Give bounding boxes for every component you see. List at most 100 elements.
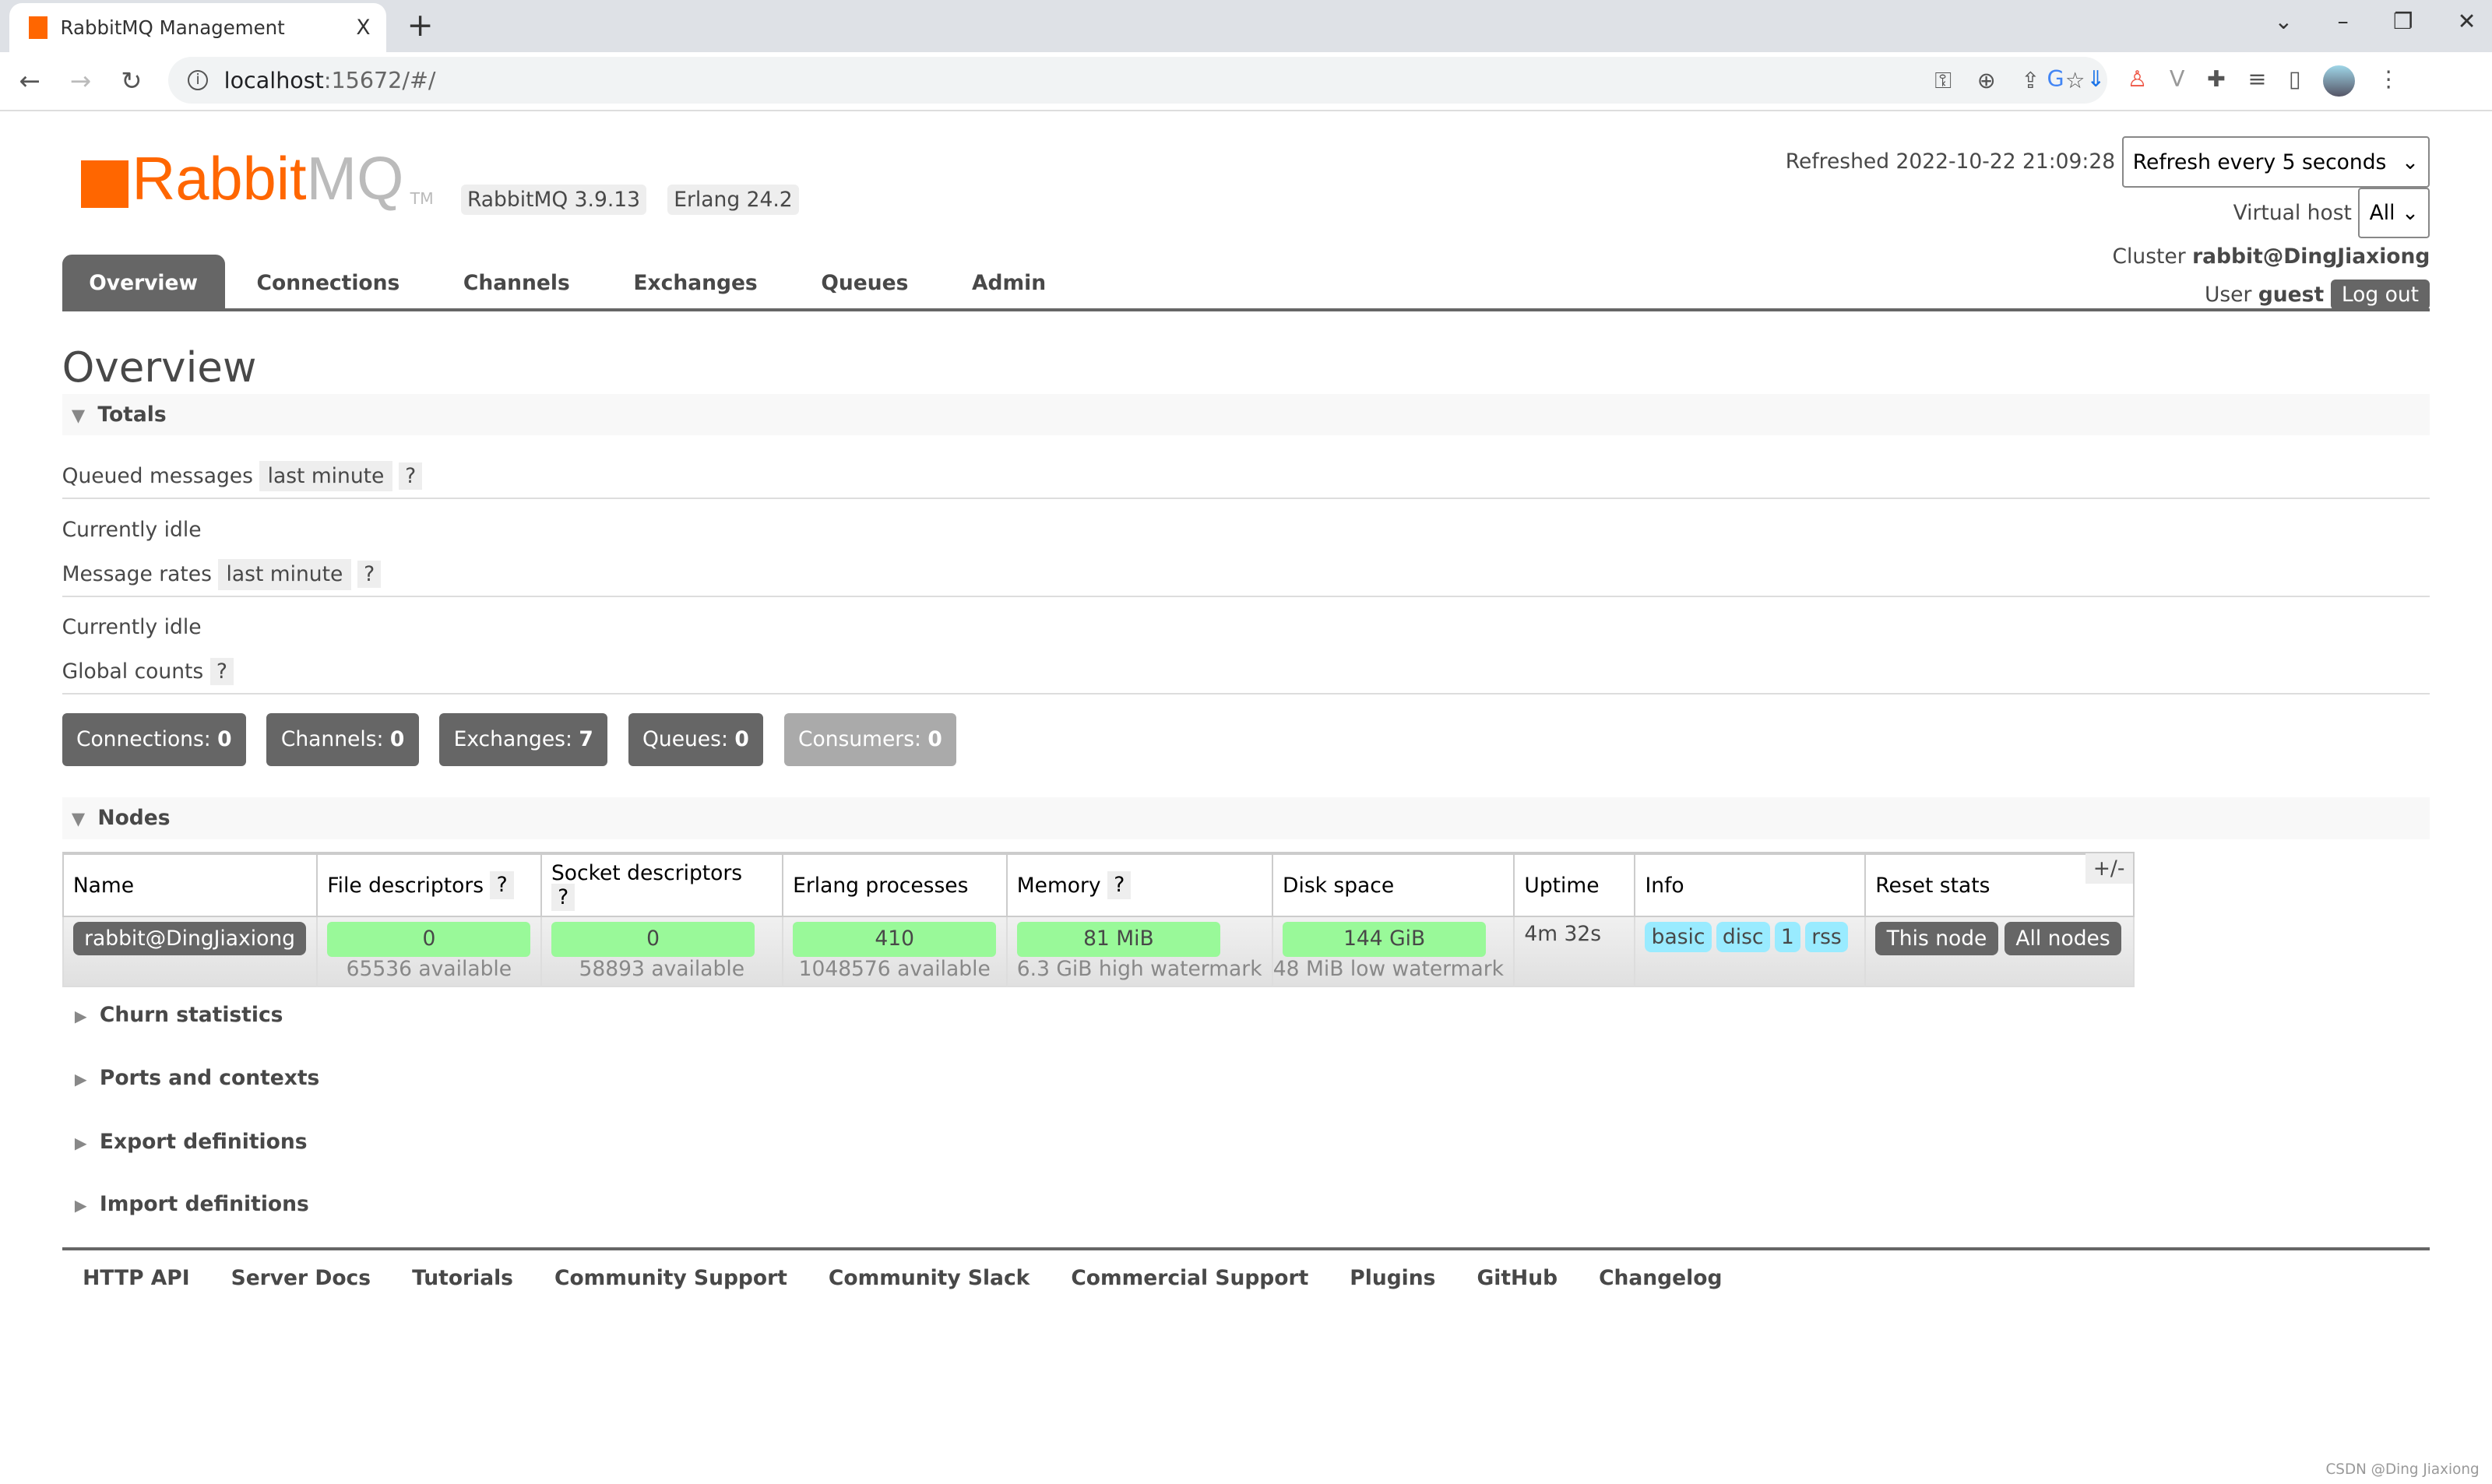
browser-toolbar: ← → ↻ i localhost:15672/#/ ⚿ ⊕ ⇪ ☆ G ⇓ ♙… [0, 52, 2492, 111]
tab-exchanges[interactable]: Exchanges [602, 255, 790, 308]
footer-link-community-slack[interactable]: Community Slack [829, 1266, 1030, 1290]
footer-link-changelog[interactable]: Changelog [1599, 1266, 1722, 1290]
memory-bar: 81 MiB [1016, 922, 1220, 958]
reload-icon[interactable]: ↻ [121, 66, 153, 96]
global-counts-label: Global counts [62, 659, 204, 684]
restore-icon[interactable]: ❐ [2393, 8, 2413, 34]
vhost-select[interactable]: All ⌄ [2358, 187, 2430, 238]
tab-admin[interactable]: Admin [940, 255, 1078, 308]
footer: HTTP API Server Docs Tutorials Community… [62, 1247, 2430, 1290]
forward-icon[interactable]: → [70, 66, 102, 96]
tab-overview[interactable]: Overview [62, 254, 225, 308]
new-tab-button[interactable]: + [407, 6, 433, 44]
count-label: Consumers: [798, 727, 921, 752]
triangle-right-icon: ▶ [74, 1006, 87, 1025]
reset-this-node-button[interactable]: This node [1875, 922, 1998, 956]
watermark: CSDN @Ding Jiaxiong [2325, 1461, 2480, 1478]
col-socket-descriptors: Socket descriptors ? [540, 851, 783, 918]
help-button[interactable]: ? [399, 462, 423, 490]
footer-link-http-api[interactable]: HTTP API [83, 1266, 189, 1290]
download-extension-icon[interactable]: ⇓ [2086, 65, 2105, 97]
footer-link-plugins[interactable]: Plugins [1350, 1266, 1435, 1290]
media-icon[interactable]: ≡ [2248, 65, 2267, 97]
footer-link-server-docs[interactable]: Server Docs [231, 1266, 371, 1290]
ports-contexts-toggle[interactable]: ▶ Ports and contexts [62, 1066, 319, 1090]
exchanges-count-button[interactable]: Exchanges: 7 [439, 713, 608, 766]
footer-link-github[interactable]: GitHub [1477, 1266, 1558, 1290]
message-rates-label: Message rates [62, 562, 212, 587]
minimize-icon[interactable]: – [2337, 8, 2348, 34]
zoom-icon[interactable]: ⊕ [1977, 67, 1996, 94]
extensions-puzzle-icon[interactable]: ✚ [2207, 65, 2226, 97]
url-host: localhost [224, 67, 324, 94]
translate-extension-icon[interactable]: G [2047, 65, 2064, 97]
menu-icon[interactable]: ⋮ [2378, 65, 2400, 97]
disk-space-bar: 144 GiB [1283, 922, 1487, 958]
table-row: rabbit@DingJiaxiong 0 65536 available 0 58… [62, 916, 2135, 988]
footer-link-community-support[interactable]: Community Support [554, 1266, 787, 1290]
col-uptime: Uptime [1513, 851, 1636, 918]
profile-avatar[interactable] [2323, 65, 2356, 97]
help-button[interactable]: ? [551, 883, 575, 912]
help-button[interactable]: ? [1107, 871, 1132, 899]
main-nav: Overview Connections Channels Exchanges … [62, 254, 2430, 311]
socket-descriptors-bar: 0 [551, 922, 755, 958]
export-definitions-toggle[interactable]: ▶ Export definitions [62, 1130, 308, 1154]
count-value: 0 [389, 727, 405, 752]
fd-available: 65536 available [346, 957, 512, 982]
queued-range-button[interactable]: last minute [259, 460, 392, 491]
key-icon[interactable]: ⚿ [1934, 67, 1952, 94]
rates-idle: Currently idle [62, 614, 202, 639]
connections-count-button[interactable]: Connections: 0 [62, 713, 246, 766]
refresh-select-value: Refresh every 5 seconds [2132, 149, 2387, 174]
site-info-icon[interactable]: i [187, 69, 209, 91]
churn-statistics-toggle[interactable]: ▶ Churn statistics [62, 1003, 283, 1027]
count-value: 0 [734, 727, 749, 752]
tab-connections[interactable]: Connections [225, 255, 431, 308]
tab-channels[interactable]: Channels [431, 255, 601, 308]
back-icon[interactable]: ← [19, 66, 51, 96]
section-title: Import definitions [99, 1191, 309, 1216]
refresh-interval-select[interactable]: Refresh every 5 seconds ⌄ [2121, 136, 2430, 188]
reset-all-nodes-button[interactable]: All nodes [2005, 922, 2121, 956]
tab-queues[interactable]: Queues [790, 255, 941, 308]
triangle-right-icon: ▶ [74, 1133, 87, 1152]
vhost-value: All [2369, 200, 2395, 225]
vue-extension-icon[interactable]: V [2170, 65, 2185, 97]
footer-link-commercial-support[interactable]: Commercial Support [1071, 1266, 1308, 1290]
col-info: Info [1634, 851, 1867, 918]
count-label: Connections: [76, 727, 211, 752]
browser-tab[interactable]: RabbitMQ Management X [9, 3, 386, 53]
close-window-icon[interactable]: ✕ [2458, 8, 2476, 34]
logo-tm: TM [410, 189, 434, 209]
count-value: 7 [579, 727, 593, 752]
column-toggle-button[interactable]: +/- [2085, 853, 2133, 884]
section-title: Export definitions [99, 1129, 308, 1154]
help-button[interactable]: ? [209, 657, 234, 685]
info-count-badge: 1 [1774, 922, 1800, 953]
tab-title: RabbitMQ Management [60, 16, 285, 40]
browser-tab-bar: RabbitMQ Management X + ⌄ – ❐ ✕ [0, 0, 2492, 53]
logo-rabbit: Rabbit [132, 145, 307, 213]
url-path: :15672/#/ [323, 67, 436, 94]
count-label: Channels: [280, 727, 384, 752]
help-button[interactable]: ? [490, 871, 514, 899]
channels-count-button[interactable]: Channels: 0 [266, 713, 419, 766]
share-icon[interactable]: ⇪ [2021, 67, 2040, 94]
tab-close-icon[interactable]: X [356, 16, 370, 40]
nodes-section-toggle[interactable]: ▼ Nodes [62, 797, 2430, 839]
node-name-link[interactable]: rabbit@DingJiaxiong [72, 922, 307, 956]
tab-search-icon[interactable]: ⌄ [2274, 8, 2293, 34]
footer-link-tutorials[interactable]: Tutorials [412, 1266, 513, 1290]
rabbit-logo-icon [81, 160, 129, 209]
info-rss-badge: rss [1805, 922, 1848, 953]
import-definitions-toggle[interactable]: ▶ Import definitions [62, 1192, 309, 1216]
rates-range-button[interactable]: last minute [218, 559, 351, 590]
help-button[interactable]: ? [357, 561, 382, 589]
totals-section-toggle[interactable]: ▼ Totals [62, 394, 2430, 436]
address-bar[interactable]: i localhost:15672/#/ ⚿ ⊕ ⇪ ☆ [168, 57, 2108, 104]
refreshed-time: Refreshed 2022-10-22 21:09:28 [1785, 149, 2116, 174]
side-panel-icon[interactable]: ▯ [2289, 65, 2301, 97]
sitemap-extension-icon[interactable]: ♙ [2128, 65, 2148, 97]
queues-count-button[interactable]: Queues: 0 [628, 713, 764, 766]
